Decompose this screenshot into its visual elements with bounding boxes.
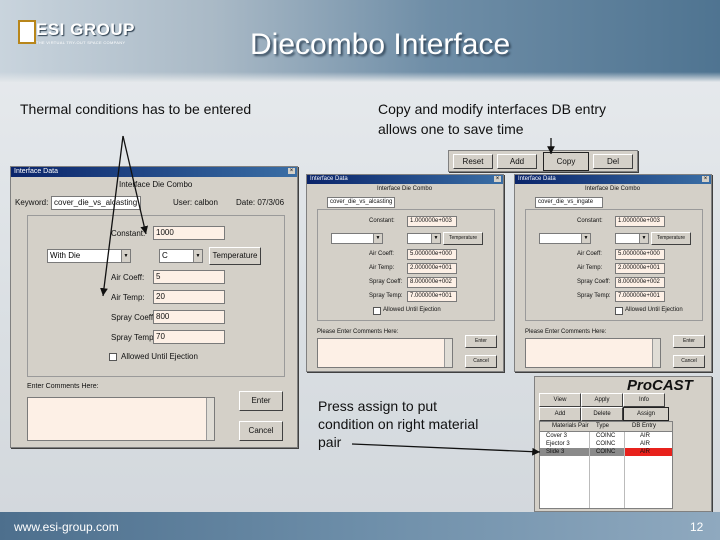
arrow-to-air-coeff — [100, 135, 124, 297]
arrow-to-selected-row — [351, 443, 541, 456]
annotation-arrows — [100, 135, 555, 456]
arrow-to-constant — [122, 135, 149, 235]
footer-url[interactable]: www.esi-group.com — [14, 520, 119, 534]
page-number: 12 — [690, 520, 704, 534]
